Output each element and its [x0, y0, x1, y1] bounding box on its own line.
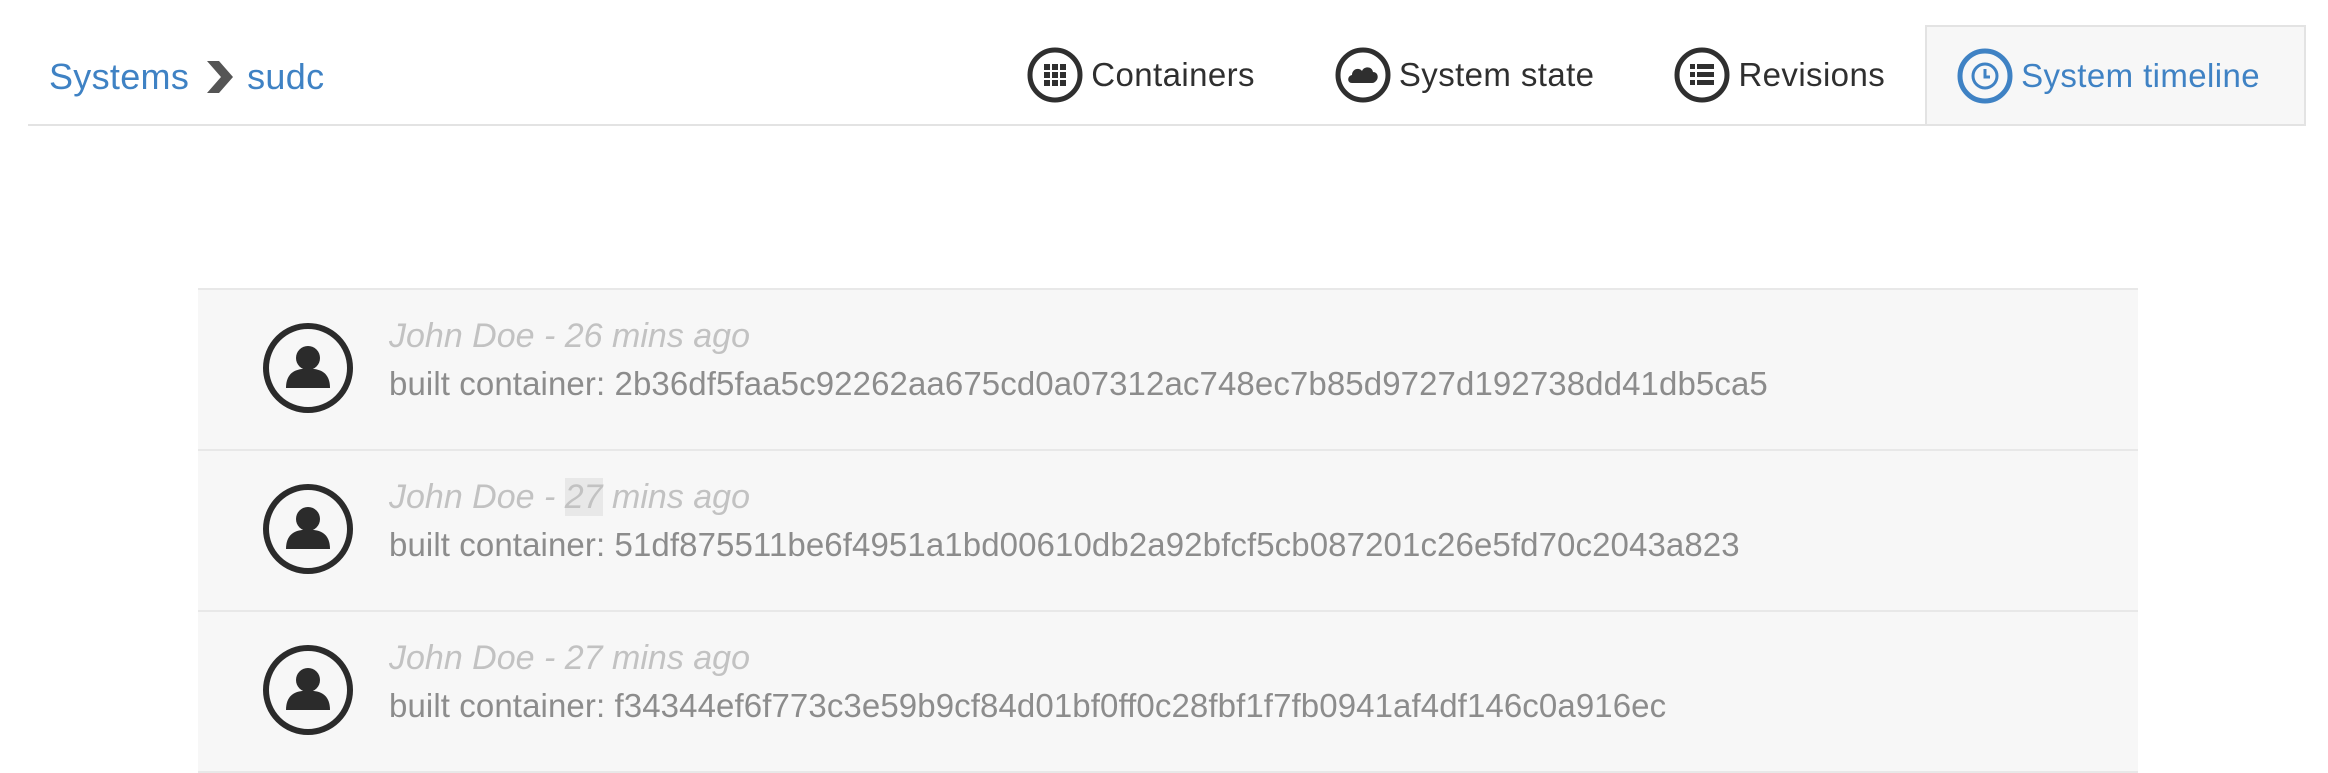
meta-separator: -: [534, 639, 565, 677]
entry-text: built container: 2b36df5faa5c92262aa675c…: [389, 365, 1768, 402]
meta-separator: -: [534, 317, 565, 355]
entry-text: built container: f34344ef6f773c3e59b9cf8…: [389, 687, 1667, 724]
entry-time: 26: [564, 317, 603, 355]
user-avatar-icon: [263, 645, 353, 735]
timeline-entry: John Doe - 26 mins ago built container: …: [198, 288, 2138, 449]
chevron-right-icon: [207, 61, 234, 93]
tab-containers-label: Containers: [1091, 55, 1255, 93]
entry-time-unit: mins ago: [602, 478, 750, 516]
entry-time: 27: [564, 639, 603, 677]
tab-system-state[interactable]: System state: [1295, 25, 1635, 124]
entry-time: 27: [564, 478, 603, 516]
clock-icon: [1957, 48, 2013, 103]
entry-user: John Doe: [389, 639, 535, 677]
tab-system-timeline[interactable]: System timeline: [1925, 25, 2306, 124]
top-header: Systems sudc Containers System state Rev…: [28, 0, 2306, 126]
grid-icon: [1027, 47, 1083, 102]
tab-revisions-label: Revisions: [1738, 55, 1886, 93]
view-tabs: Containers System state Revisions System…: [987, 25, 2306, 124]
tab-system-timeline-label: System timeline: [2021, 56, 2260, 94]
cloud-icon: [1335, 47, 1391, 102]
tab-system-state-label: System state: [1398, 55, 1595, 93]
timeline-entry: John Doe - 27 mins ago built container: …: [198, 610, 2138, 773]
system-timeline: John Doe - 26 mins ago built container: …: [198, 288, 2138, 773]
timeline-entry: John Doe - 27 mins ago built container: …: [198, 449, 2138, 610]
entry-meta: John Doe - 27 mins ago: [389, 634, 750, 682]
entry-meta: John Doe - 27 mins ago: [389, 473, 750, 521]
entry-user: John Doe: [389, 478, 535, 516]
entry-time-unit: mins ago: [602, 317, 750, 355]
list-icon: [1674, 47, 1730, 102]
user-avatar-icon: [263, 484, 353, 574]
entry-meta: John Doe - 26 mins ago: [389, 312, 750, 360]
tab-containers[interactable]: Containers: [987, 25, 1295, 124]
breadcrumb-current[interactable]: sudc: [247, 52, 324, 102]
entry-user: John Doe: [389, 317, 535, 355]
entry-text: built container: 51df875511be6f4951a1bd0…: [389, 526, 1740, 563]
breadcrumb: Systems sudc: [49, 52, 324, 102]
user-avatar-icon: [263, 323, 353, 413]
breadcrumb-systems-link[interactable]: Systems: [49, 52, 189, 102]
tab-revisions[interactable]: Revisions: [1634, 25, 1925, 124]
meta-separator: -: [534, 478, 565, 516]
entry-time-unit: mins ago: [602, 639, 750, 677]
